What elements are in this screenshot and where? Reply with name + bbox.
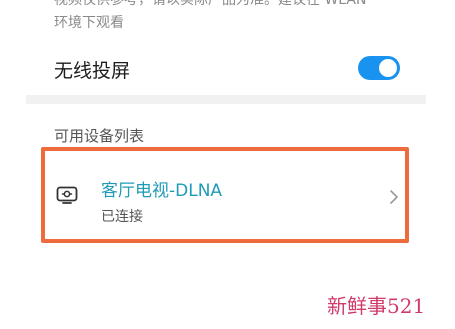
chevron-right-icon — [390, 190, 398, 204]
tv-cast-icon — [56, 186, 78, 204]
watermark: 新鲜事521 — [327, 294, 426, 318]
video-notice: 视频仅供参考，请以实际产品为准。建议在 WLAN 环境下观看 — [54, 0, 414, 35]
screen: 视频仅供参考，请以实际产品为准。建议在 WLAN 环境下观看 无线投屏 可用设备… — [0, 0, 455, 329]
device-name: 客厅电视-DLNA — [101, 181, 223, 201]
toggle-knob — [379, 59, 397, 77]
section-divider — [26, 95, 426, 104]
wireless-cast-label: 无线投屏 — [54, 60, 131, 82]
wireless-cast-row[interactable]: 无线投屏 — [0, 50, 455, 90]
notice-line-1: 视频仅供参考，请以实际产品为准。建议在 WLAN — [54, 0, 367, 8]
wireless-cast-toggle[interactable] — [358, 56, 400, 80]
device-status: 已连接 — [101, 209, 143, 225]
device-item-living-room-tv[interactable]: 客厅电视-DLNA 已连接 — [41, 147, 409, 243]
available-devices-title: 可用设备列表 — [54, 127, 145, 145]
notice-line-2: 环境下观看 — [54, 15, 124, 31]
